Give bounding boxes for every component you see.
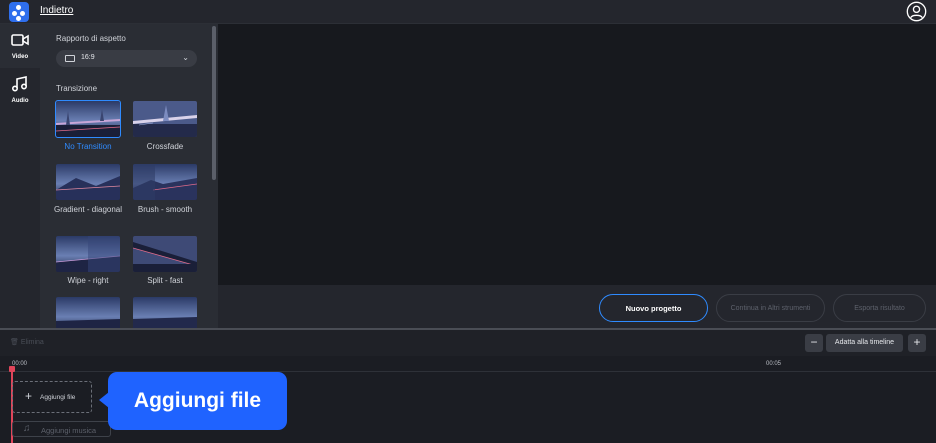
- callout-text: Aggiungi file: [133, 389, 262, 412]
- add-file-button[interactable]: + Aggiungi file: [12, 381, 92, 413]
- music-note-icon: ♫: [23, 423, 31, 434]
- bridge-preview-image: [56, 236, 120, 272]
- chevron-down-icon: ⌄: [182, 53, 189, 62]
- transition-thumb-more-1[interactable]: [56, 297, 120, 329]
- time-label-mark: 00:05: [766, 361, 782, 367]
- transition-label-no-transition: No Transition: [64, 142, 112, 151]
- add-file-callout: Aggiungi file: [108, 372, 287, 430]
- new-project-button[interactable]: Nuovo progetto: [599, 294, 708, 322]
- video-camera-icon: [11, 34, 29, 46]
- music-note-icon: [11, 76, 28, 92]
- user-account-icon[interactable]: [906, 1, 927, 22]
- settings-panel: Rapporto di aspetto 16:9 ⌄ Transizione N…: [40, 24, 218, 329]
- bridge-preview-image: [56, 164, 120, 200]
- nav-label-audio: Audio: [11, 98, 29, 104]
- export-result-button[interactable]: Esporta risultato: [833, 294, 926, 322]
- action-bar: Nuovo progetto Continua in Altri strumen…: [218, 285, 936, 329]
- continue-other-tools-button[interactable]: Continua in Altri strumenti: [716, 294, 825, 322]
- bridge-preview-image: [133, 236, 197, 272]
- nav-item-audio[interactable]: Audio: [0, 68, 40, 112]
- panel-scrollbar[interactable]: [212, 26, 216, 180]
- add-music-label: Aggiungi musica: [41, 426, 97, 435]
- add-music-button[interactable]: ♫ Aggiungi musica: [12, 421, 111, 437]
- delete-button[interactable]: 🗑 Elimina: [10, 338, 44, 346]
- transition-label-crossfade: Crossfade: [146, 142, 184, 151]
- transition-label-brush-smooth: Brush - smooth: [137, 205, 193, 214]
- transition-thumb-wipe-right[interactable]: [56, 236, 120, 272]
- trash-icon: 🗑: [10, 339, 21, 346]
- app-logo-icon: [9, 2, 29, 22]
- transition-label-gradient-diagonal: Gradient - diagonal: [53, 205, 123, 214]
- aspect-ratio-select[interactable]: 16:9 ⌄: [56, 50, 197, 67]
- side-nav: Video Audio: [0, 24, 40, 329]
- transition-thumb-gradient-diagonal[interactable]: [56, 164, 120, 200]
- zoom-in-button[interactable]: +: [908, 334, 926, 352]
- nav-label-video: Video: [11, 54, 29, 60]
- bridge-preview-image: [133, 164, 197, 200]
- bridge-preview-image: [56, 297, 120, 329]
- bridge-preview-image: [56, 101, 120, 137]
- transition-thumb-more-2[interactable]: [133, 297, 197, 329]
- transition-thumb-crossfade[interactable]: [133, 101, 197, 137]
- aspect-ratio-value: 16:9: [81, 54, 95, 61]
- add-file-label: Aggiungi file: [40, 394, 76, 401]
- transition-thumb-split-fast[interactable]: [133, 236, 197, 272]
- transition-label-wipe-right: Wipe - right: [67, 276, 109, 285]
- aspect-ratio-title: Rapporto di aspetto: [56, 34, 126, 43]
- plus-icon: +: [25, 389, 33, 403]
- bridge-preview-image: [133, 101, 197, 137]
- nav-item-video[interactable]: Video: [0, 24, 40, 68]
- video-preview: [218, 24, 936, 285]
- transition-title: Transizione: [56, 84, 98, 93]
- fit-timeline-button[interactable]: Adatta alla timeline: [826, 334, 903, 352]
- back-link[interactable]: Indietro: [40, 5, 73, 16]
- zoom-out-button[interactable]: −: [805, 334, 823, 352]
- screen-ratio-icon: [65, 55, 75, 62]
- transition-thumb-brush-smooth[interactable]: [133, 164, 197, 200]
- timeline-ruler[interactable]: 00:00 00:05: [0, 356, 936, 372]
- transition-thumb-no-transition[interactable]: [55, 100, 121, 138]
- bridge-preview-image: [133, 297, 197, 329]
- transition-label-split-fast: Split - fast: [147, 276, 183, 285]
- timeline-toolbar: 🗑 Elimina − Adatta alla timeline +: [0, 330, 936, 356]
- top-bar: Indietro: [0, 0, 936, 24]
